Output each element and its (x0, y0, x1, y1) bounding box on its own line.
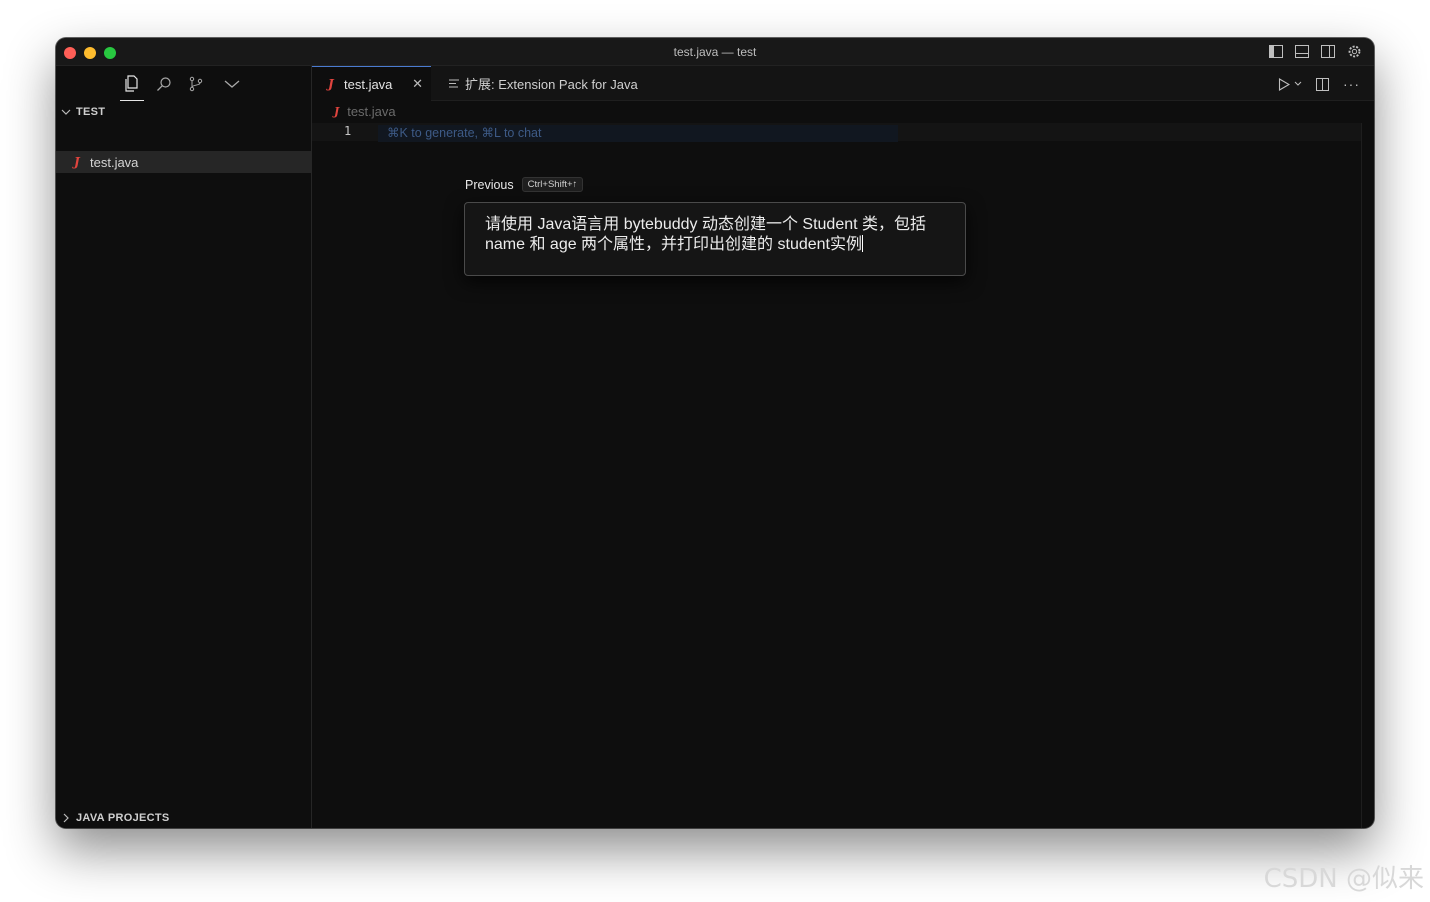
more-actions-icon[interactable]: ··· (1343, 76, 1360, 92)
generate-hint: ⌘K to generate, ⌘L to chat (378, 125, 898, 142)
tab-label: test.java (344, 76, 393, 92)
settings-gear-icon[interactable] (1346, 43, 1362, 59)
chevron-down-icon (56, 108, 76, 116)
vertical-scrollbar[interactable] (1361, 123, 1362, 828)
primary-sidebar: TEST J test.java JAVA PROJECTS (56, 66, 312, 828)
play-icon (1278, 77, 1290, 91)
tab-label: 扩展: Extension Pack for Java (465, 77, 638, 92)
preview-icon (449, 79, 465, 88)
explorer-section-header[interactable]: TEST (56, 102, 311, 122)
run-button[interactable] (1278, 77, 1302, 91)
file-tree-item[interactable]: J test.java (56, 151, 311, 173)
line-number: 1 (344, 124, 352, 138)
active-view-indicator (120, 100, 144, 101)
file-tree-label: test.java (90, 154, 139, 170)
chevron-down-icon[interactable] (222, 74, 242, 94)
editor-area: J test.java ✕ 扩展: Extension Pack for Jav… (312, 66, 1374, 828)
java-file-icon: J (74, 155, 80, 169)
tab-bar: J test.java ✕ 扩展: Extension Pack for Jav… (312, 66, 1374, 101)
previous-shortcut: Ctrl+Shift+↑ (521, 177, 584, 192)
chevron-down-icon (1294, 81, 1302, 86)
tab-test-java[interactable]: J test.java ✕ (312, 66, 431, 101)
text-caret (862, 235, 863, 252)
editor-actions: ··· (1278, 76, 1360, 92)
breadcrumb[interactable]: J test.java (334, 104, 396, 119)
watermark: CSDN @似来 (1263, 864, 1424, 894)
prompt-text: 请使用 Java语言用 bytebuddy 动态创建一个 Student 类，包… (485, 216, 927, 253)
toggle-panel-icon[interactable] (1294, 43, 1310, 59)
explorer-section-title: TEST (76, 106, 106, 118)
inline-prompt-input[interactable]: 请使用 Java语言用 bytebuddy 动态创建一个 Student 类，包… (464, 202, 966, 276)
search-icon[interactable] (154, 74, 174, 94)
generate-hint-text: ⌘K to generate, ⌘L to chat (387, 126, 542, 140)
tab-extension-pack[interactable]: 扩展: Extension Pack for Java (431, 66, 638, 101)
activity-bar (56, 66, 311, 102)
files-icon[interactable] (121, 74, 141, 94)
title-bar: test.java — test (56, 38, 1374, 66)
breadcrumb-file: test.java (347, 104, 396, 119)
previous-prompt-control[interactable]: Previous Ctrl+Shift+↑ (465, 177, 584, 192)
close-icon[interactable]: ✕ (412, 76, 423, 92)
window-title: test.java — test (673, 45, 757, 59)
java-projects-section-header[interactable]: JAVA PROJECTS (56, 808, 311, 828)
source-control-icon[interactable] (186, 74, 206, 94)
editor-window: test.java — test TEST J test.java JAVA P… (56, 38, 1374, 828)
split-editor-icon[interactable] (1316, 77, 1329, 91)
java-file-icon: J (334, 105, 340, 118)
layout-controls (1268, 43, 1362, 59)
previous-label: Previous (465, 177, 514, 192)
toggle-secondary-sidebar-icon[interactable] (1320, 43, 1336, 59)
java-projects-section-title: JAVA PROJECTS (76, 812, 170, 824)
java-file-icon: J (328, 77, 334, 91)
toggle-primary-sidebar-icon[interactable] (1268, 43, 1284, 59)
chevron-right-icon (56, 813, 76, 823)
